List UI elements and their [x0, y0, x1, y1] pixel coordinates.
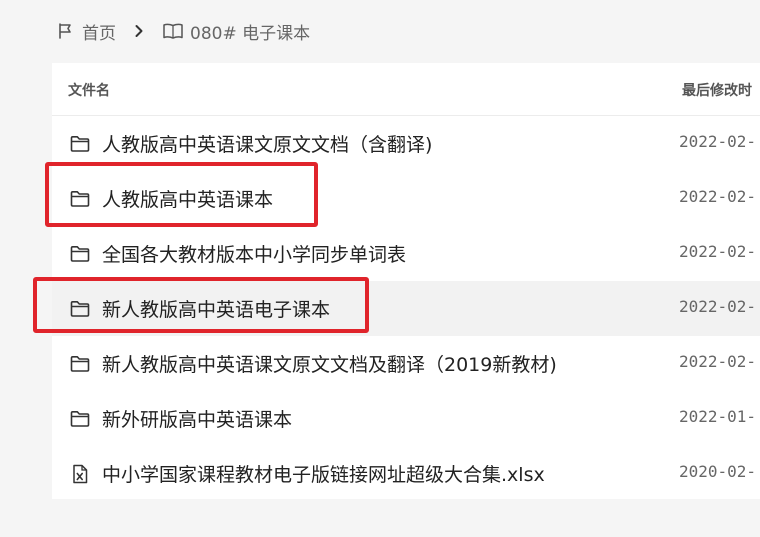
- file-row[interactable]: 人教版高中英语课本 2022-02-: [52, 171, 760, 226]
- file-table: 文件名 最后修改时 人教版高中英语课文原文文档（含翻译) 2022-02- 人教…: [52, 63, 760, 499]
- folder-icon: [69, 133, 91, 155]
- breadcrumb-current-label: 080# 电子课本: [190, 23, 311, 44]
- breadcrumb-home-label: 首页: [82, 23, 116, 44]
- flag-icon: [56, 22, 74, 40]
- file-row[interactable]: 新人教版高中英语课文原文文档及翻译（2019新教材) 2022-02-: [52, 336, 760, 391]
- file-name[interactable]: 人教版高中英语课本: [102, 185, 273, 212]
- folder-icon: [69, 353, 91, 375]
- table-header: 文件名 最后修改时: [52, 63, 760, 116]
- file-name[interactable]: 新外研版高中英语课本: [102, 405, 292, 432]
- folder-icon: [69, 298, 91, 320]
- folder-icon: [69, 188, 91, 210]
- file-row-hovered[interactable]: 新人教版高中英语电子课本 2022-02-: [52, 281, 760, 336]
- file-name[interactable]: 新人教版高中英语电子课本: [102, 295, 330, 322]
- file-row[interactable]: 新外研版高中英语课本 2022-01-: [52, 391, 760, 446]
- column-header-name[interactable]: 文件名: [68, 80, 110, 100]
- file-row[interactable]: 中小学国家课程教材电子版链接网址超级大合集.xlsx 2020-02-: [52, 446, 760, 501]
- file-modified-date: 2022-02-: [679, 297, 757, 316]
- file-name[interactable]: 中小学国家课程教材电子版链接网址超级大合集.xlsx: [102, 460, 545, 487]
- breadcrumb: 首页 080# 电子课本: [56, 18, 310, 44]
- breadcrumb-current[interactable]: 080# 电子课本: [162, 19, 310, 44]
- folder-icon: [69, 243, 91, 265]
- file-modified-date: 2022-02-: [679, 352, 757, 371]
- file-modified-date: 2022-02-: [679, 242, 757, 261]
- chevron-right-icon: [134, 24, 144, 38]
- file-name[interactable]: 新人教版高中英语课文原文文档及翻译（2019新教材): [102, 350, 557, 377]
- file-modified-date: 2020-02-: [679, 462, 757, 481]
- file-row[interactable]: 人教版高中英语课文原文文档（含翻译) 2022-02-: [52, 116, 760, 171]
- excel-file-icon: [69, 463, 91, 485]
- file-name[interactable]: 全国各大教材版本中小学同步单词表: [102, 240, 406, 267]
- file-modified-date: 2022-01-: [679, 407, 757, 426]
- breadcrumb-home[interactable]: 首页: [56, 19, 116, 44]
- folder-icon: [69, 408, 91, 430]
- book-icon: [162, 22, 184, 40]
- file-name[interactable]: 人教版高中英语课文原文文档（含翻译): [102, 130, 432, 157]
- file-modified-date: 2022-02-: [679, 187, 757, 206]
- column-header-modified[interactable]: 最后修改时: [682, 80, 752, 100]
- file-row[interactable]: 全国各大教材版本中小学同步单词表 2022-02-: [52, 226, 760, 281]
- file-modified-date: 2022-02-: [679, 132, 757, 151]
- file-list: 人教版高中英语课文原文文档（含翻译) 2022-02- 人教版高中英语课本 20…: [52, 116, 760, 501]
